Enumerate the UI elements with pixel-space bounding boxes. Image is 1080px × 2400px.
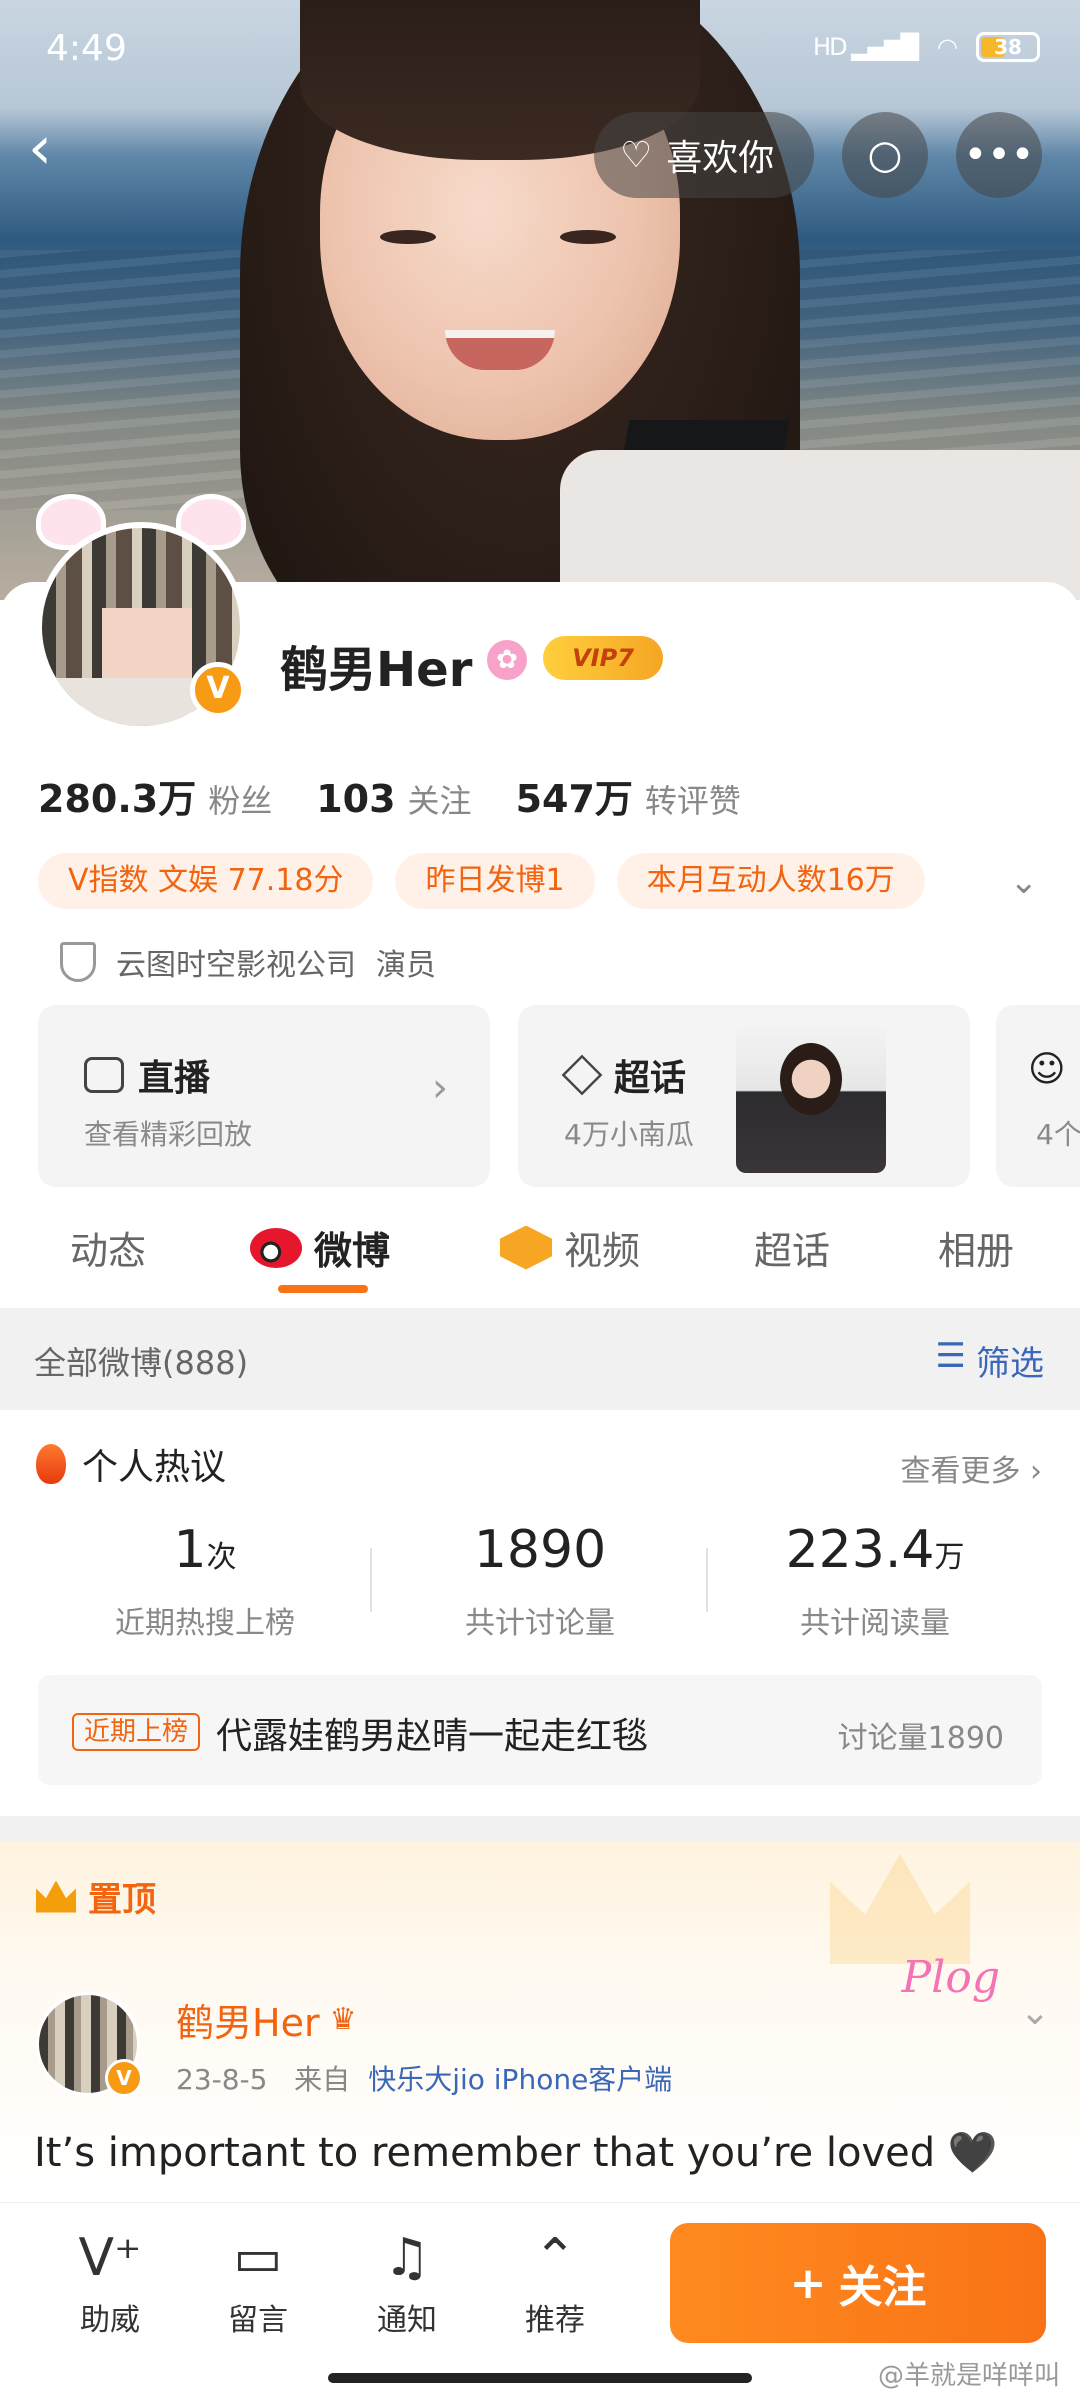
signal-icon: HD ▂▄▆█ xyxy=(813,33,919,61)
plog-sticker: Plog xyxy=(901,1952,1000,2003)
trending-badge: 近期上榜 xyxy=(72,1713,201,1751)
plus-icon: + xyxy=(789,2257,827,2309)
pinned-label: 置顶 xyxy=(88,1880,156,1920)
tab-supertopic[interactable]: 超话 xyxy=(754,1220,830,1275)
filter-button[interactable]: ☰ 筛选 xyxy=(936,1336,1044,1385)
notify-button[interactable]: ♫ 通知 xyxy=(352,2223,462,2339)
hand-heart-icon: ♡ xyxy=(620,134,653,176)
more-icon: ••• xyxy=(963,132,1035,178)
avatar[interactable]: V xyxy=(36,494,246,732)
post-author[interactable]: 鹤男Her ♛ xyxy=(176,1992,356,2047)
tag-v-index[interactable]: V指数 文娱 77.18分 xyxy=(38,853,374,909)
supertopic-image xyxy=(736,1023,886,1173)
company-info: 云图时空影视公司 演员 xyxy=(60,940,436,984)
message-button[interactable]: ▭ 留言 xyxy=(203,2223,313,2339)
wifi-icon: ◠ xyxy=(937,33,958,61)
flame-icon xyxy=(36,1444,66,1484)
expand-tags-chevron-icon[interactable]: ⌄ xyxy=(1010,862,1039,902)
bottom-action-bar: V⁺ 助威 ▭ 留言 ♫ 通知 ⌃ 推荐 + 关注 @羊就是咩咩叫 xyxy=(0,2202,1080,2400)
tab-album[interactable]: 相册 xyxy=(938,1220,1014,1275)
post-source[interactable]: 快乐大jio iPhone客户端 xyxy=(368,2063,672,2096)
pinned-post[interactable]: 置顶 Plog V 鹤男Her ♛ 23-8-5 来自 快乐大jio iPhone客… xyxy=(0,1842,1080,2202)
all-posts-count[interactable]: 全部微博(888) xyxy=(34,1338,248,1384)
stat-following[interactable]: 103 关注 xyxy=(316,776,471,822)
stat-fans[interactable]: 280.3万 粉丝 xyxy=(38,768,272,823)
message-icon: ▭ xyxy=(233,2228,283,2288)
profile-name: 鹤男Her xyxy=(280,642,473,698)
cover-photo[interactable] xyxy=(0,0,1080,600)
trending-discussion-count: 讨论量1890 xyxy=(837,1721,1004,1756)
post-avatar[interactable]: V xyxy=(36,1992,143,2097)
people-icon: ☺ xyxy=(1028,1049,1066,1090)
stat-interactions[interactable]: 547万 转评赞 xyxy=(516,768,741,823)
trending-topic-text: 代露娃鹤男赵晴一起走红毯 xyxy=(216,1716,649,1757)
shield-icon xyxy=(60,942,96,982)
back-button[interactable]: ‹ xyxy=(28,118,80,184)
trending-topic-row[interactable]: 近期上榜 代露娃鹤男赵晴一起走红毯 讨论量1890 xyxy=(38,1675,1042,1785)
group-entry[interactable]: ☺ 4个 xyxy=(996,1005,1080,1187)
profile-page: 4:49 HD ▂▄▆█ ◠ 38 ‹ ♡ 喜欢你 ○ ••• V 鹤男Her … xyxy=(0,0,1080,2400)
tv-icon xyxy=(84,1057,124,1093)
status-bar: 4:49 HD ▂▄▆█ ◠ 38 xyxy=(0,20,1080,80)
more-button[interactable]: ••• xyxy=(956,112,1042,198)
crown-decoration-icon xyxy=(830,1854,970,1964)
chevron-right-icon: › xyxy=(432,1065,448,1111)
post-text: It’s important to remember that you’re l… xyxy=(34,2130,998,2176)
active-tab-indicator xyxy=(278,1285,368,1293)
cheer-icon: V⁺ xyxy=(78,2228,142,2288)
status-time: 4:49 xyxy=(46,28,127,69)
post-meta: 23-8-5 来自 快乐大jio iPhone客户端 xyxy=(176,2063,673,2096)
profile-tabs: 动态 微博 视频 超话 相册 xyxy=(0,1200,1080,1306)
search-icon: ○ xyxy=(867,132,903,178)
hot-title: 个人热议 xyxy=(82,1447,227,1488)
tab-weibo[interactable]: 微博 xyxy=(250,1220,390,1275)
post-options-chevron-icon[interactable]: ⌄ xyxy=(1020,1992,1050,2033)
follow-button[interactable]: + 关注 xyxy=(670,2223,1046,2343)
filter-icon: ☰ xyxy=(935,1336,966,1376)
profile-stats: 280.3万 粉丝 103 关注 547万 转评赞 xyxy=(38,768,741,823)
pink-badge-icon[interactable]: ✿ xyxy=(487,640,527,680)
verified-badge-icon: V xyxy=(105,2059,143,2097)
supertopic-entry[interactable]: 超话 4万小南瓜 xyxy=(518,1005,970,1187)
search-button[interactable]: ○ xyxy=(842,112,928,198)
crown-badge-icon: ♛ xyxy=(329,2002,357,2037)
hot-stat-reads: 223.4万 共计阅读量 xyxy=(785,1520,965,1641)
bell-icon: ♫ xyxy=(383,2228,431,2288)
chevron-up-circle-icon: ⌃ xyxy=(533,2228,577,2288)
live-entry[interactable]: 直播 查看精彩回放 › xyxy=(38,1005,490,1187)
weibo-logo-icon xyxy=(250,1227,302,1268)
tag-posts-yesterday[interactable]: 昨日发博1 xyxy=(395,853,595,909)
role: 演员 xyxy=(376,948,436,983)
crown-icon xyxy=(36,1880,76,1913)
tab-video[interactable]: 视频 xyxy=(500,1220,640,1275)
hot-stat-trending: 1次 近期热搜上榜 xyxy=(115,1520,295,1641)
like-label: 喜欢你 xyxy=(666,138,775,179)
tab-activity[interactable]: 动态 xyxy=(70,1220,146,1275)
see-more-link[interactable]: 查看更多 › xyxy=(900,1446,1042,1490)
tag-monthly-interactions[interactable]: 本月互动人数16万 xyxy=(616,853,925,909)
cheer-button[interactable]: V⁺ 助威 xyxy=(55,2223,165,2339)
company-name[interactable]: 云图时空影视公司 xyxy=(116,940,356,984)
watermark: @羊就是咩咩叫 xyxy=(877,2361,1060,2391)
vip-badge[interactable]: VIP7 xyxy=(543,636,663,680)
verified-badge-icon: V xyxy=(190,662,246,718)
hot-stat-discussions: 1890 共计讨论量 xyxy=(465,1520,615,1641)
diamond-icon xyxy=(561,1054,603,1096)
battery-icon: 38 xyxy=(976,32,1040,62)
recommend-button[interactable]: ⌃ 推荐 xyxy=(500,2223,610,2339)
video-icon xyxy=(500,1225,552,1270)
profile-tags: V指数 文娱 77.18分 昨日发博1 本月互动人数16万 xyxy=(38,853,925,909)
filter-bar: 全部微博(888) ☰ 筛选 xyxy=(0,1308,1080,1410)
home-indicator[interactable] xyxy=(328,2373,752,2383)
hot-discussion-section: 个人热议 查看更多 › 1次 近期热搜上榜 1890 共计讨论量 223.4万 … xyxy=(0,1410,1080,1816)
like-button[interactable]: ♡ 喜欢你 xyxy=(594,112,814,198)
